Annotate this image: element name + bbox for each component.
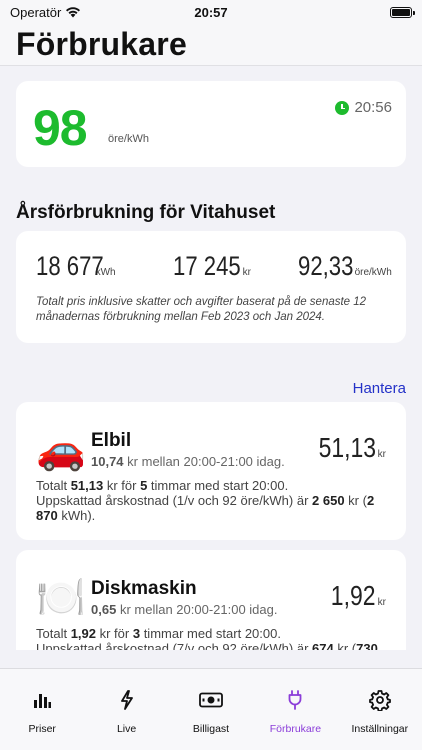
consumer-cost-unit: kr [377,449,386,460]
scroll-clip [0,650,422,668]
tab-priser[interactable]: Priser [0,669,84,750]
consumer-name: Diskmaskin [91,578,197,599]
annual-consumption-card: 18 677 kWh 17 245 kr 92,33 öre/kWh Total… [16,231,406,343]
annual-price-value: 92,33 [298,251,354,281]
annual-energy-stat: 18 677 kWh [36,251,116,282]
manage-button[interactable]: Hantera [353,380,406,397]
price-timestamp: 20:56 [335,99,392,116]
annual-price-unit: öre/kWh [354,267,392,278]
tab-live[interactable]: Live [84,669,168,750]
battery-icon [390,6,415,18]
annual-energy-value: 18 677 [36,251,104,281]
current-price-unit: öre/kWh [108,133,149,145]
tab-installningar[interactable]: Inställningar [338,669,422,750]
tab-label: Förbrukare [269,723,322,735]
consumer-total-cost: 51,13 kr [306,432,386,464]
tab-label: Priser [28,723,56,735]
annual-price-stat: 92,33 öre/kWh [298,251,392,282]
tab-billigast[interactable]: Billigast [169,669,253,750]
wifi-icon [66,7,81,18]
consumer-cost-value: 51,13 [318,432,376,463]
annual-cost-value: 17 245 [173,251,241,281]
tab-forbrukare[interactable]: Förbrukare [253,669,337,750]
bar-chart-icon [29,689,55,711]
tab-label: Live [116,723,137,735]
annual-cost-unit: kr [242,267,251,278]
clock-icon [335,100,350,115]
current-price-value: 98 [33,100,88,156]
gear-icon [367,689,393,711]
annual-section-title: Årsförbrukning för Vitahuset [16,202,276,223]
page-title: Förbrukare [16,26,187,62]
consumer-detail: Totalt 51,13 kr för 5 timmar med start 2… [36,478,375,523]
consumer-name: Elbil [91,430,132,451]
header: Förbrukare [0,24,422,66]
annual-note: Totalt pris inklusive skatter och avgift… [36,296,367,323]
price-time-label: 20:56 [354,99,392,116]
tab-label: Inställningar [351,723,409,735]
car-icon: 🚗 [36,428,86,472]
plate-icon: 🍽️ [36,576,86,620]
consumer-cost-unit: kr [377,597,386,608]
current-price-card: 98 öre/kWh 20:56 [16,81,406,167]
plug-icon [282,689,308,711]
consumer-hour-cost: 0,65 kr mellan 20:00-21:00 idag. [91,602,278,617]
lightning-icon [114,689,140,711]
annual-cost-stat: 17 245 kr [173,251,251,282]
tab-bar: Priser Live Billigast Förbrukare Inställ… [0,668,422,750]
consumer-total-cost: 1,92 kr [321,580,386,612]
consumer-card-elbil[interactable]: 🚗 Elbil 10,74 kr mellan 20:00-21:00 idag… [16,402,406,540]
consumer-cost-value: 1,92 [330,580,376,611]
consumer-hour-cost: 10,74 kr mellan 20:00-21:00 idag. [91,454,285,469]
banknote-icon [198,689,224,711]
tab-label: Billigast [192,723,230,735]
status-bar: Operatör 20:57 [0,0,422,24]
carrier-label: Operatör [10,4,62,20]
